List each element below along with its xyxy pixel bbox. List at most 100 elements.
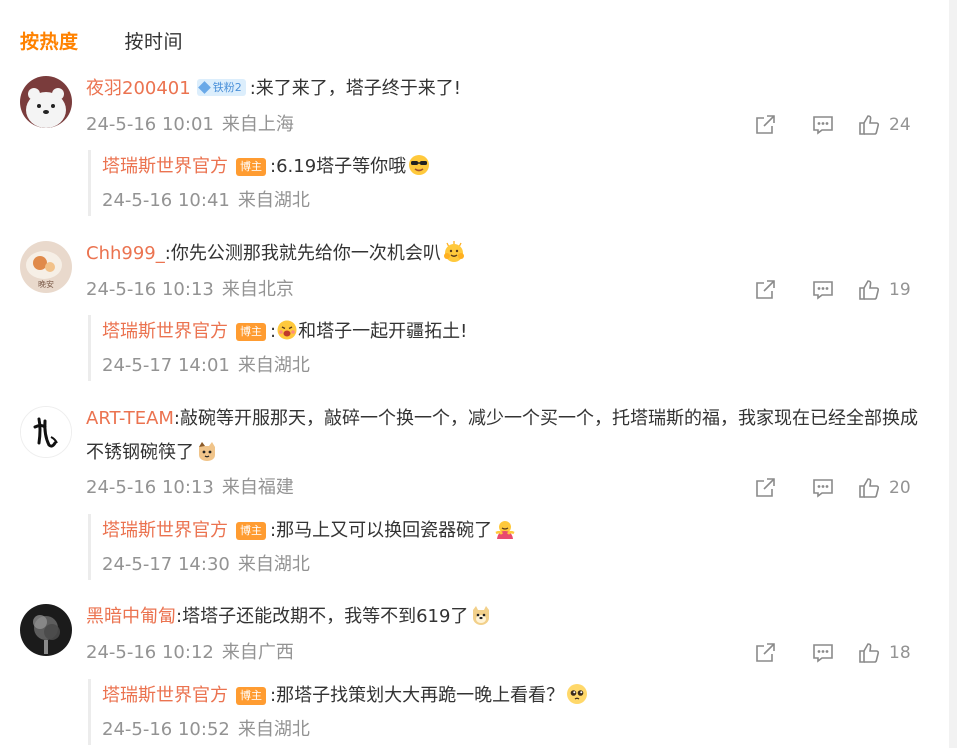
smoke-avatar[interactable] bbox=[20, 604, 72, 656]
fan-badge: 铁粉2 bbox=[196, 79, 246, 96]
reply-location: 来自湖北 bbox=[237, 190, 310, 211]
tab-sort-by-hot[interactable]: 按热度 bbox=[20, 27, 79, 54]
reply-meta: 24-5-16 10:41 来自湖北 bbox=[102, 189, 310, 213]
like-button[interactable]: 19 bbox=[857, 278, 913, 302]
host-badge: 博主 bbox=[236, 158, 266, 176]
reply-text: :那马上又可以换回瓷器碗了 bbox=[270, 520, 493, 541]
comment-actions: 19 bbox=[753, 277, 913, 303]
comment-actions: 24 bbox=[753, 112, 913, 138]
comment-username[interactable]: 黑暗中匍匐 bbox=[86, 606, 176, 627]
fan-badge-label: 铁粉2 bbox=[212, 80, 242, 94]
like-button[interactable]: 24 bbox=[857, 113, 913, 137]
share-icon bbox=[756, 115, 775, 134]
comment-actions: 18 bbox=[753, 640, 913, 666]
comment-icon bbox=[813, 479, 833, 498]
reply-content: 塔瑞斯世界官方 博主:6.19塔子等你哦 bbox=[102, 152, 430, 182]
reply-username[interactable]: 塔瑞斯世界官方 bbox=[102, 156, 228, 177]
reply-date: 24-5-17 14:30 bbox=[102, 554, 230, 575]
comment-content: ART-TEAM:敲碗等开服那天，敲碎一个换一个，减少一个买一个，托塔瑞斯的福，… bbox=[86, 402, 919, 470]
reply-date: 24-5-16 10:41 bbox=[102, 190, 230, 211]
reply-location: 来自湖北 bbox=[237, 355, 310, 376]
host-badge: 博主 bbox=[236, 522, 266, 540]
scrollbar[interactable] bbox=[949, 0, 957, 748]
reply-location: 来自湖北 bbox=[237, 719, 310, 740]
reply-item: 塔瑞斯世界官方 博主: 和塔子一起开疆拓土! 24-5-17 14:01 来自湖北 bbox=[88, 315, 488, 381]
diamond-icon bbox=[197, 81, 211, 94]
reply-username[interactable]: 塔瑞斯世界官方 bbox=[102, 685, 228, 706]
share-button[interactable] bbox=[753, 476, 777, 500]
comment-content: 夜羽200401 铁粉2 :来了来了，塔子终于来了! bbox=[86, 73, 921, 105]
reply-button[interactable] bbox=[811, 278, 835, 302]
comment-location: 来自上海 bbox=[221, 114, 294, 135]
comment-meta: 24-5-16 10:13 来自福建 bbox=[86, 476, 294, 500]
comment-date: 24-5-16 10:12 bbox=[86, 642, 214, 663]
thumbs-up-icon bbox=[859, 115, 880, 135]
polar-bear-avatar[interactable] bbox=[20, 76, 72, 128]
comment-icon bbox=[813, 116, 833, 135]
thumbs-up-icon bbox=[859, 280, 880, 300]
like-count: 24 bbox=[889, 115, 911, 135]
like-button[interactable]: 20 bbox=[857, 476, 913, 500]
doge-emoji-icon bbox=[470, 604, 492, 626]
comment-content: 黑暗中匍匐:塔塔子还能改期不，我等不到619了 bbox=[86, 601, 921, 633]
reply-content: 塔瑞斯世界官方 博主: 和塔子一起开疆拓土! bbox=[102, 317, 467, 347]
reply-meta: 24-5-16 10:52 来自湖北 bbox=[102, 718, 310, 742]
comment-username[interactable]: ART-TEAM bbox=[86, 408, 174, 429]
calligraphy-avatar[interactable] bbox=[20, 406, 72, 458]
comment-meta: 24-5-16 10:12 来自广西 bbox=[86, 641, 294, 665]
comment-location: 来自北京 bbox=[221, 279, 294, 300]
reply-text: 和塔子一起开疆拓土! bbox=[298, 321, 468, 342]
reply-item: 塔瑞斯世界官方 博主:那塔子找策划大大再跪一晚上看看？ 24-5-16 10:52… bbox=[88, 679, 588, 745]
sunglasses-emoji-icon bbox=[408, 154, 430, 176]
share-button[interactable] bbox=[753, 278, 777, 302]
host-badge: 博主 bbox=[236, 323, 266, 341]
hug-person-emoji-icon bbox=[494, 518, 516, 540]
cheer-emoji-icon bbox=[276, 319, 298, 341]
like-button[interactable]: 18 bbox=[857, 641, 913, 665]
comment-actions: 20 bbox=[753, 475, 913, 501]
reply-date: 24-5-16 10:52 bbox=[102, 719, 230, 740]
like-count: 18 bbox=[889, 643, 911, 663]
like-count: 20 bbox=[889, 478, 911, 498]
reply-button[interactable] bbox=[811, 113, 835, 137]
share-button[interactable] bbox=[753, 113, 777, 137]
comment-location: 来自福建 bbox=[221, 477, 294, 498]
host-badge: 博主 bbox=[236, 687, 266, 705]
comment-text: :你先公测那我就先给你一次机会叭 bbox=[164, 243, 441, 264]
comment-username[interactable]: 夜羽200401 bbox=[86, 78, 191, 99]
comment-content: Chh999_:你先公测那我就先给你一次机会叭 bbox=[86, 238, 921, 270]
share-button[interactable] bbox=[753, 641, 777, 665]
comment-location: 来自广西 bbox=[221, 642, 294, 663]
comment-date: 24-5-16 10:13 bbox=[86, 279, 214, 300]
pleading-emoji-icon bbox=[566, 683, 588, 705]
like-count: 19 bbox=[889, 280, 911, 300]
thumbs-up-icon bbox=[859, 478, 880, 498]
sort-tabs: 按热度 按时间 bbox=[20, 26, 229, 54]
share-icon bbox=[756, 478, 775, 497]
hug-emoji-icon bbox=[443, 241, 465, 263]
comment-text: :来了来了，塔子终于来了! bbox=[249, 78, 461, 99]
reply-button[interactable] bbox=[811, 476, 835, 500]
reply-button[interactable] bbox=[811, 641, 835, 665]
reply-text: :6.19塔子等你哦 bbox=[270, 156, 407, 177]
food-photo-avatar[interactable]: 晚安 bbox=[20, 241, 72, 293]
thumbs-up-icon bbox=[859, 643, 880, 663]
comment-icon bbox=[813, 281, 833, 300]
reply-item: 塔瑞斯世界官方 博主:6.19塔子等你哦 24-5-16 10:41 来自湖北 bbox=[88, 150, 488, 216]
share-icon bbox=[756, 280, 775, 299]
reply-meta: 24-5-17 14:01 来自湖北 bbox=[102, 354, 310, 378]
comment-date: 24-5-16 10:13 bbox=[86, 477, 214, 498]
comment-text: :塔塔子还能改期不，我等不到619了 bbox=[176, 606, 469, 627]
reply-content: 塔瑞斯世界官方 博主:那马上又可以换回瓷器碗了 bbox=[102, 516, 516, 546]
reply-location: 来自湖北 bbox=[237, 554, 310, 575]
reply-meta: 24-5-17 14:30 来自湖北 bbox=[102, 553, 310, 577]
tab-sort-by-time[interactable]: 按时间 bbox=[125, 27, 184, 54]
reply-content: 塔瑞斯世界官方 博主:那塔子找策划大大再跪一晚上看看？ bbox=[102, 681, 588, 711]
reply-text: :那塔子找策划大大再跪一晚上看看？ bbox=[270, 685, 565, 706]
comment-username[interactable]: Chh999_ bbox=[86, 243, 165, 264]
reply-username[interactable]: 塔瑞斯世界官方 bbox=[102, 520, 228, 541]
reply-username[interactable]: 塔瑞斯世界官方 bbox=[102, 321, 228, 342]
reply-date: 24-5-17 14:01 bbox=[102, 355, 230, 376]
cat-emoji-icon bbox=[196, 440, 218, 462]
comment-meta: 24-5-16 10:13 来自北京 bbox=[86, 278, 294, 302]
